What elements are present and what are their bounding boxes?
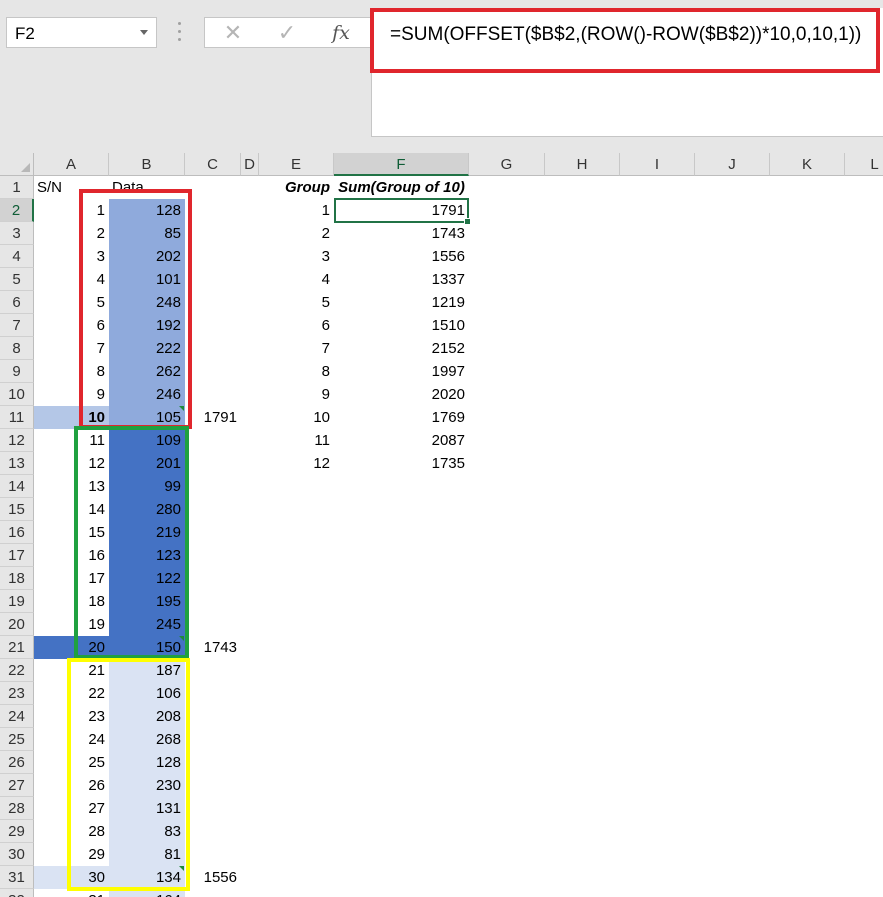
formula-bar-area: F2 ✕ ✓ fx =SUM(OFFSET($B$2,(ROW()-ROW($B…	[0, 0, 883, 153]
row-header-3[interactable]: 3	[0, 222, 34, 245]
sum-cell[interactable]: 1510	[334, 314, 469, 337]
group-cell[interactable]: 3	[259, 245, 334, 268]
column-header-d[interactable]: D	[241, 153, 259, 176]
sum-cell[interactable]: 1219	[334, 291, 469, 314]
group-cell[interactable]: 11	[259, 429, 334, 452]
name-box-value: F2	[15, 24, 35, 43]
group-cell[interactable]: 4	[259, 268, 334, 291]
excel-window: F2 ✕ ✓ fx =SUM(OFFSET($B$2,(ROW()-ROW($B…	[0, 0, 883, 897]
select-all-button[interactable]	[0, 153, 34, 176]
row-header-22[interactable]: 22	[0, 659, 34, 682]
row-header-26[interactable]: 26	[0, 751, 34, 774]
sum-cell[interactable]: 1743	[334, 222, 469, 245]
c-sum-cell[interactable]: 1743	[185, 636, 241, 659]
column-header-e[interactable]: E	[259, 153, 334, 176]
sum-cell[interactable]: 2020	[334, 383, 469, 406]
row-header-7[interactable]: 7	[0, 314, 34, 337]
group-cell[interactable]: 7	[259, 337, 334, 360]
group-cell[interactable]: 1	[259, 199, 334, 222]
group-cell[interactable]: 5	[259, 291, 334, 314]
green-highlight-box	[74, 426, 189, 659]
cancel-icon[interactable]: ✕	[217, 20, 249, 46]
column-header-l[interactable]: L	[845, 153, 883, 176]
group-cell[interactable]: 2	[259, 222, 334, 245]
row-header-28[interactable]: 28	[0, 797, 34, 820]
column-header-i[interactable]: I	[620, 153, 695, 176]
row-header-18[interactable]: 18	[0, 567, 34, 590]
row-header-2[interactable]: 2	[0, 199, 34, 222]
row-header-14[interactable]: 14	[0, 475, 34, 498]
row-header-31[interactable]: 31	[0, 866, 34, 889]
column-header-b[interactable]: B	[109, 153, 185, 176]
worksheet-grid[interactable]: A B C D E F G H I J K L 1 2 3 4 5 6 7 8 9 10 11 12 13 14 15 16 17 18 1…	[0, 153, 883, 897]
sum-cell[interactable]: 2087	[334, 429, 469, 452]
row-header-23[interactable]: 23	[0, 682, 34, 705]
column-header-g[interactable]: G	[469, 153, 545, 176]
active-cell-f2[interactable]	[334, 198, 471, 225]
row-header-11[interactable]: 11	[0, 406, 34, 429]
row-header-24[interactable]: 24	[0, 705, 34, 728]
row-header-6[interactable]: 6	[0, 291, 34, 314]
row-header-20[interactable]: 20	[0, 613, 34, 636]
row-header-5[interactable]: 5	[0, 268, 34, 291]
group-cell[interactable]: 9	[259, 383, 334, 406]
row-header-8[interactable]: 8	[0, 337, 34, 360]
sum-cell[interactable]: 1997	[334, 360, 469, 383]
sum-cell[interactable]: 1556	[334, 245, 469, 268]
sum-cell[interactable]: 1769	[334, 406, 469, 429]
yellow-highlight-box	[67, 658, 190, 891]
group-cell[interactable]: 6	[259, 314, 334, 337]
row-header-13[interactable]: 13	[0, 452, 34, 475]
sum-cell[interactable]: 1337	[334, 268, 469, 291]
column-header-h[interactable]: H	[545, 153, 620, 176]
formula-buttons: ✕ ✓ fx	[204, 17, 371, 48]
enter-icon[interactable]: ✓	[271, 20, 303, 46]
formula-highlight-box	[370, 8, 880, 73]
column-header-c[interactable]: C	[185, 153, 241, 176]
row-header-32[interactable]: 32	[0, 889, 34, 897]
group-cell[interactable]: 10	[259, 406, 334, 429]
red-highlight-box	[79, 189, 192, 429]
row-header-27[interactable]: 27	[0, 774, 34, 797]
row-header-4[interactable]: 4	[0, 245, 34, 268]
name-box[interactable]: F2	[6, 17, 157, 48]
row-header-9[interactable]: 9	[0, 360, 34, 383]
header-group[interactable]: Group	[259, 176, 334, 199]
group-cell[interactable]: 12	[259, 452, 334, 475]
row-header-17[interactable]: 17	[0, 544, 34, 567]
row-header-21[interactable]: 21	[0, 636, 34, 659]
insert-function-icon[interactable]: fx	[325, 20, 357, 46]
row-header-19[interactable]: 19	[0, 590, 34, 613]
row-header-25[interactable]: 25	[0, 728, 34, 751]
sum-cell[interactable]: 1735	[334, 452, 469, 475]
row-header-16[interactable]: 16	[0, 521, 34, 544]
c-sum-cell[interactable]: 1556	[185, 866, 241, 889]
c-sum-cell[interactable]: 1791	[185, 406, 241, 429]
header-sum[interactable]: Sum(Group of 10)	[330, 176, 473, 199]
row-header-10[interactable]: 10	[0, 383, 34, 406]
row-header-1[interactable]: 1	[0, 176, 34, 199]
group-cell[interactable]: 8	[259, 360, 334, 383]
row-header-15[interactable]: 15	[0, 498, 34, 521]
column-header-f[interactable]: F	[334, 153, 469, 176]
row-header-29[interactable]: 29	[0, 820, 34, 843]
row-header-30[interactable]: 30	[0, 843, 34, 866]
column-header-k[interactable]: K	[770, 153, 845, 176]
column-header-a[interactable]: A	[34, 153, 109, 176]
column-header-j[interactable]: J	[695, 153, 770, 176]
sum-cell[interactable]: 2152	[334, 337, 469, 360]
drag-handle-icon[interactable]	[178, 22, 182, 44]
row-header-12[interactable]: 12	[0, 429, 34, 452]
chevron-down-icon[interactable]	[140, 30, 148, 35]
